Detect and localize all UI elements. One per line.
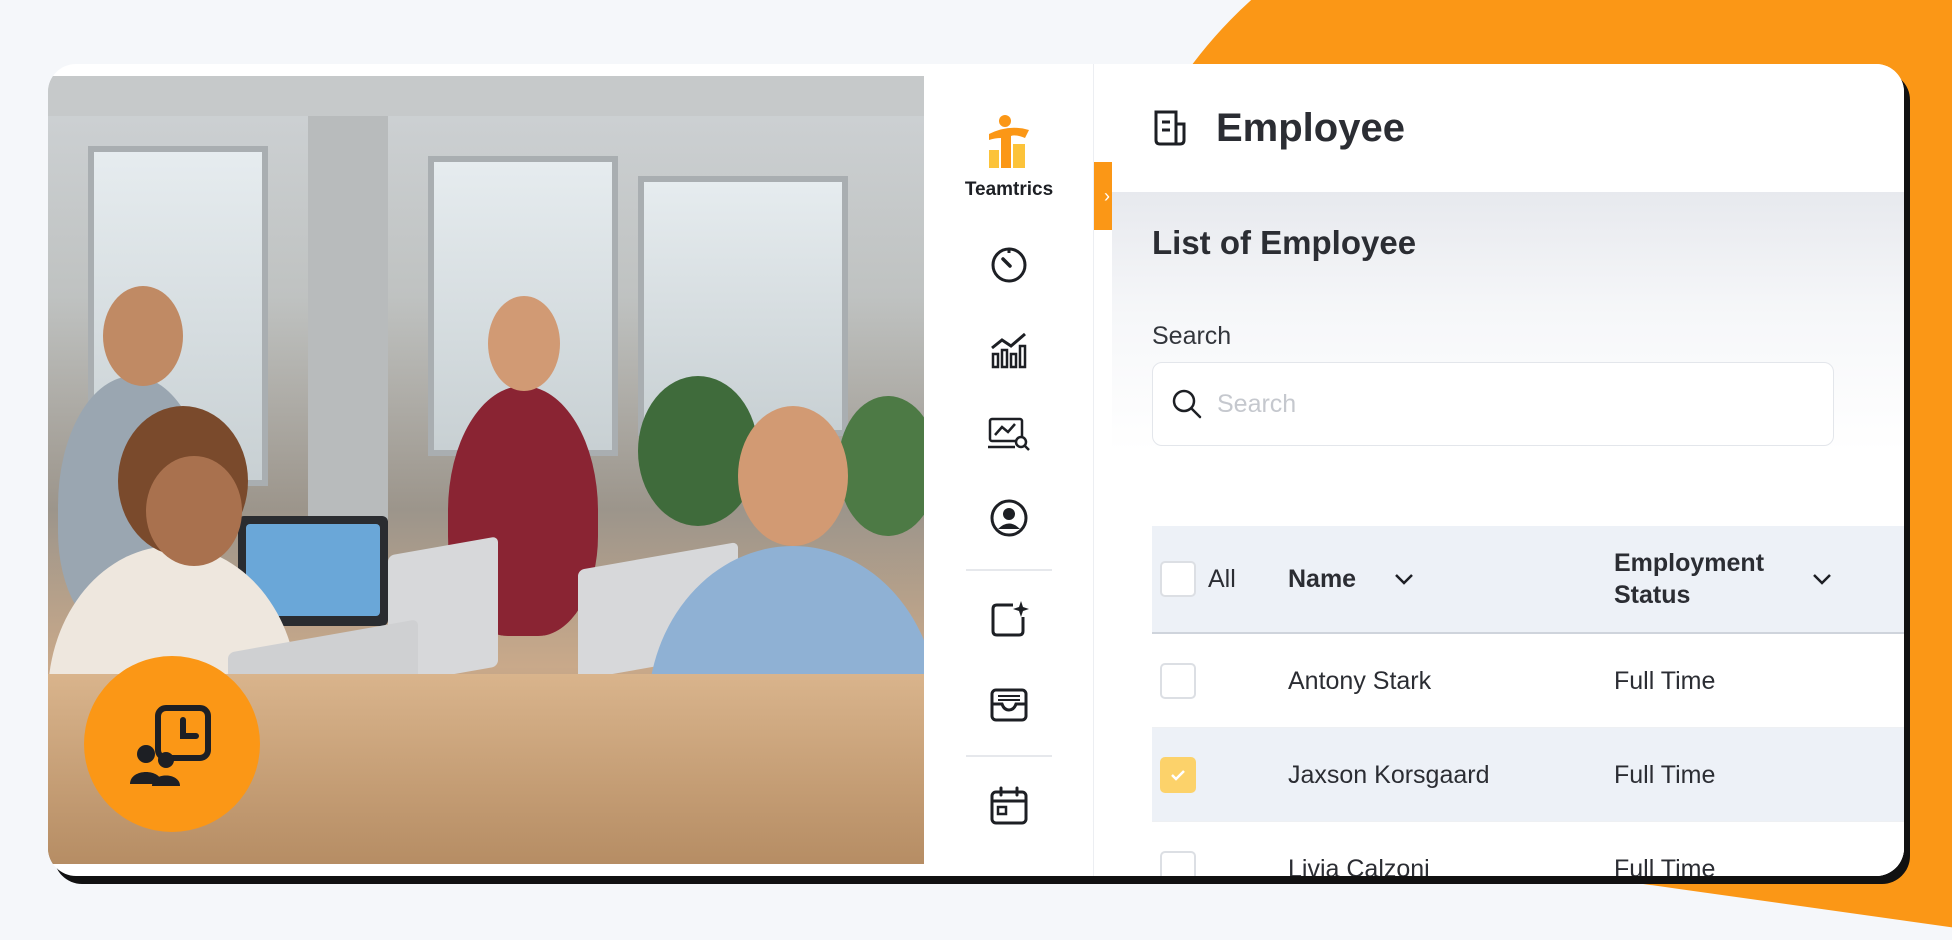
team-schedule-icon [130,705,211,786]
inbox-icon [990,688,1028,722]
document-icon [1154,110,1186,146]
sidebar-divider [966,755,1052,757]
employee-name: Jaxson Korsgaard [1288,761,1490,789]
brand-logo[interactable]: Teamtrics [924,114,1094,201]
dashboard-gauge-icon [991,247,1027,283]
nav-inbox[interactable] [987,682,1031,726]
main-panel: Employee List of Employee Search All Nam… [1112,64,1904,876]
brand-name: Teamtrics [964,179,1054,200]
nav-dashboard[interactable] [987,242,1031,286]
column-header-employment-status[interactable]: Employment Status [1614,547,1784,611]
calendar-icon [990,786,1028,825]
user-circle-icon [990,499,1028,537]
search-icon [1172,389,1202,419]
employment-status: Full Time [1614,761,1716,789]
row-checkbox[interactable] [1160,757,1196,793]
table-header: All Name Employment Status [1152,526,1904,634]
chevron-down-icon[interactable] [1392,567,1416,591]
employee-list-section: List of Employee Search All Name Emplo [1112,192,1904,876]
employment-status: Full Time [1614,855,1716,876]
add-sparkle-icon [991,601,1029,637]
employee-table: All Name Employment Status Antony Stark … [1152,526,1904,876]
search-label: Search [1152,322,1232,350]
table-row[interactable]: Antony Stark Full Time [1152,634,1904,728]
nav-calendar[interactable] [987,784,1031,828]
nav-create[interactable] [987,597,1031,641]
row-checkbox[interactable] [1160,663,1196,699]
page-title: Employee [1216,105,1405,150]
analytics-chart-icon [991,332,1027,369]
chevron-down-icon[interactable] [1810,567,1834,591]
nav-profile[interactable] [987,496,1031,540]
table-row[interactable]: Jaxson Korsgaard Full Time [1152,728,1904,822]
select-all-checkbox[interactable] [1160,561,1196,597]
employee-name: Antony Stark [1288,667,1432,695]
team-schedule-badge [84,656,260,832]
sidebar: Teamtrics [924,64,1094,876]
chevron-right-icon: › [1104,185,1110,206]
nav-monitoring[interactable] [987,412,1031,456]
section-title: List of Employee [1152,224,1417,261]
monitor-search-icon [988,417,1030,451]
sidebar-divider [966,569,1052,571]
teamtrics-logo-icon [989,115,1029,168]
search-field[interactable] [1152,362,1834,446]
column-header-name[interactable]: Name [1288,565,1356,594]
employment-status: Full Time [1614,667,1716,695]
nav-analytics[interactable] [987,328,1031,372]
select-all-label: All [1208,564,1236,593]
employee-name: Livia Calzoni [1288,855,1430,876]
app-card: Teamtrics › Employee List of Employee Se… [48,64,1904,876]
checkmark-icon [1171,770,1185,781]
row-checkbox[interactable] [1160,851,1196,876]
search-input[interactable] [1217,389,1817,419]
table-row[interactable]: Livia Calzoni Full Time [1152,822,1904,876]
page-header: Employee [1112,64,1904,192]
